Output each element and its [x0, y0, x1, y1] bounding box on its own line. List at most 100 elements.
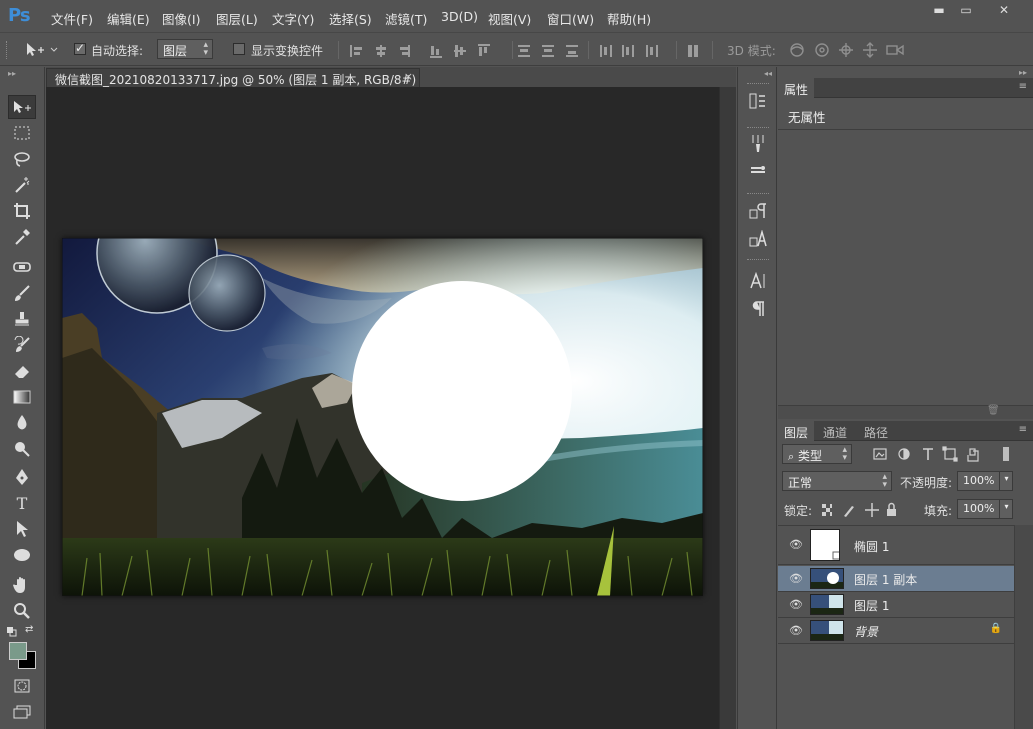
- document-tab[interactable]: 微信截图_20210820133717.jpg @ 50% (图层 1 副本, …: [46, 68, 420, 87]
- fill-dropdown-icon[interactable]: ▾: [999, 499, 1013, 519]
- move-tool[interactable]: [8, 95, 36, 119]
- close-document-icon[interactable]: ×: [404, 70, 413, 83]
- layers-scrollbar[interactable]: [1014, 525, 1033, 729]
- menu-window[interactable]: 窗口(W): [547, 9, 594, 28]
- show-transform-checkbox[interactable]: [233, 43, 245, 55]
- brush-tool[interactable]: [8, 281, 36, 305]
- maximize-button[interactable]: ▭: [951, 0, 981, 20]
- eyedropper-tool[interactable]: [8, 225, 36, 249]
- character-styles-button[interactable]: [746, 227, 770, 251]
- move-tool-preset-picker[interactable]: [24, 40, 58, 60]
- dodge-tool[interactable]: [8, 437, 36, 461]
- quick-mask-button[interactable]: [8, 674, 36, 698]
- hand-icon: [13, 577, 25, 593]
- menu-image[interactable]: 图像(I): [162, 9, 200, 28]
- rect-marquee-icon: [14, 126, 30, 140]
- eye-icon[interactable]: 👁: [789, 598, 803, 611]
- marquee-tool[interactable]: [8, 121, 36, 145]
- brush-presets-button[interactable]: [746, 131, 770, 155]
- healing-brush-tool[interactable]: [8, 255, 36, 279]
- align-distribute-icons: [350, 44, 698, 58]
- magnifier-icon: [14, 603, 30, 619]
- gradient-tool[interactable]: [8, 385, 36, 409]
- menu-select[interactable]: 选择(S): [329, 9, 372, 28]
- collapse-panels-icon[interactable]: ▸▸: [1019, 68, 1027, 77]
- eraser-tool[interactable]: [8, 359, 36, 383]
- menu-layer[interactable]: 图层(L): [216, 9, 258, 28]
- crop-icon: [14, 203, 30, 219]
- layers-panel-menu-icon[interactable]: ≡: [1019, 424, 1027, 435]
- layer-filter-kind-select[interactable]: ⌕ 类型 ▴ ▾: [782, 444, 852, 464]
- opacity-value: 100%: [963, 474, 995, 487]
- path-selection-tool[interactable]: [8, 517, 36, 541]
- layer-row-background[interactable]: 👁 背景 🔒: [778, 618, 1014, 644]
- separator: [588, 41, 589, 59]
- default-colors-icon[interactable]: [7, 626, 17, 637]
- layer-row-layer1-copy[interactable]: 👁 图层 1 副本: [778, 566, 1014, 592]
- trash-icon[interactable]: 🗑: [987, 405, 1000, 416]
- document-canvas-image[interactable]: [62, 238, 703, 596]
- layer-thumbnail: [810, 620, 844, 641]
- auto-select-target-select[interactable]: 图层 ▴ ▾: [157, 39, 213, 59]
- tab-paths[interactable]: 路径: [858, 421, 894, 441]
- collapse-tools-icon[interactable]: ▸▸: [8, 69, 16, 78]
- menu-view[interactable]: 视图(V): [488, 9, 531, 28]
- eye-icon[interactable]: 👁: [789, 624, 803, 637]
- ellipse-tool[interactable]: [8, 543, 36, 567]
- lasso-tool[interactable]: [8, 147, 36, 171]
- bandage-icon: [13, 262, 31, 272]
- menu-filter[interactable]: 滤镜(T): [385, 9, 427, 28]
- tab-properties[interactable]: 属性: [778, 78, 815, 98]
- character-icon: [750, 272, 765, 289]
- panel-menu-icon[interactable]: ≡: [1019, 81, 1027, 92]
- menu-type[interactable]: 文字(Y): [272, 9, 314, 28]
- move-tool-icon: [27, 43, 58, 56]
- character-panel-button[interactable]: [746, 269, 770, 293]
- blur-tool[interactable]: [8, 411, 36, 435]
- clone-stamp-tool[interactable]: [8, 307, 36, 331]
- foreground-color-swatch[interactable]: [9, 642, 27, 660]
- paragraph-styles-button[interactable]: [746, 199, 770, 223]
- opacity-input[interactable]: 100% ▾: [957, 471, 1013, 491]
- eye-icon[interactable]: 👁: [789, 572, 803, 585]
- eye-icon[interactable]: 👁: [789, 538, 803, 551]
- stamp-icon: [15, 312, 29, 326]
- pilcrow-icon: [752, 301, 764, 316]
- type-tool[interactable]: T: [8, 491, 36, 515]
- hand-tool[interactable]: [8, 573, 36, 597]
- history-panel-button[interactable]: [746, 89, 770, 113]
- filter-kind-value: 类型: [798, 449, 823, 463]
- blend-mode-select[interactable]: 正常 ▴ ▾: [782, 471, 892, 491]
- opacity-dropdown-icon[interactable]: ▾: [999, 471, 1013, 491]
- auto-select-checkbox[interactable]: [74, 41, 86, 55]
- crop-tool[interactable]: [8, 199, 36, 223]
- move-icon: [14, 101, 31, 113]
- magic-wand-icon: [15, 177, 30, 193]
- layer-thumbnail: [810, 594, 844, 615]
- pen-tool[interactable]: [8, 465, 36, 489]
- collapse-dock-icon[interactable]: ◂◂: [764, 69, 772, 78]
- minimize-button[interactable]: ▬: [924, 0, 954, 20]
- zoom-tool[interactable]: [8, 599, 36, 623]
- swap-colors-icon[interactable]: ⇄: [25, 624, 33, 635]
- close-window-button[interactable]: ✕: [980, 0, 1028, 20]
- menu-edit[interactable]: 编辑(E): [107, 9, 150, 28]
- history-brush-tool[interactable]: [8, 333, 36, 357]
- menu-3d[interactable]: 3D(D): [441, 9, 478, 24]
- menu-help[interactable]: 帮助(H): [607, 9, 651, 28]
- layer-row-ellipse[interactable]: 👁 椭圆 1: [778, 526, 1014, 565]
- vertical-scrollbar[interactable]: [719, 87, 736, 729]
- paragraph-styles-icon: [749, 203, 766, 219]
- paragraph-panel-button[interactable]: [746, 297, 770, 321]
- screen-mode-button[interactable]: [8, 700, 36, 724]
- fill-input[interactable]: 100% ▾: [957, 499, 1013, 519]
- character-styles-icon: [749, 230, 767, 247]
- magic-wand-tool[interactable]: [8, 173, 36, 197]
- clone-source-button[interactable]: [746, 159, 770, 183]
- layer-row-layer1[interactable]: 👁 图层 1: [778, 592, 1014, 618]
- tab-layers[interactable]: 图层: [778, 421, 815, 441]
- auto-select-target-value: 图层: [163, 44, 188, 58]
- tab-channels[interactable]: 通道: [817, 421, 853, 441]
- menu-file[interactable]: 文件(F): [51, 9, 93, 28]
- eyedropper-icon: [15, 229, 30, 245]
